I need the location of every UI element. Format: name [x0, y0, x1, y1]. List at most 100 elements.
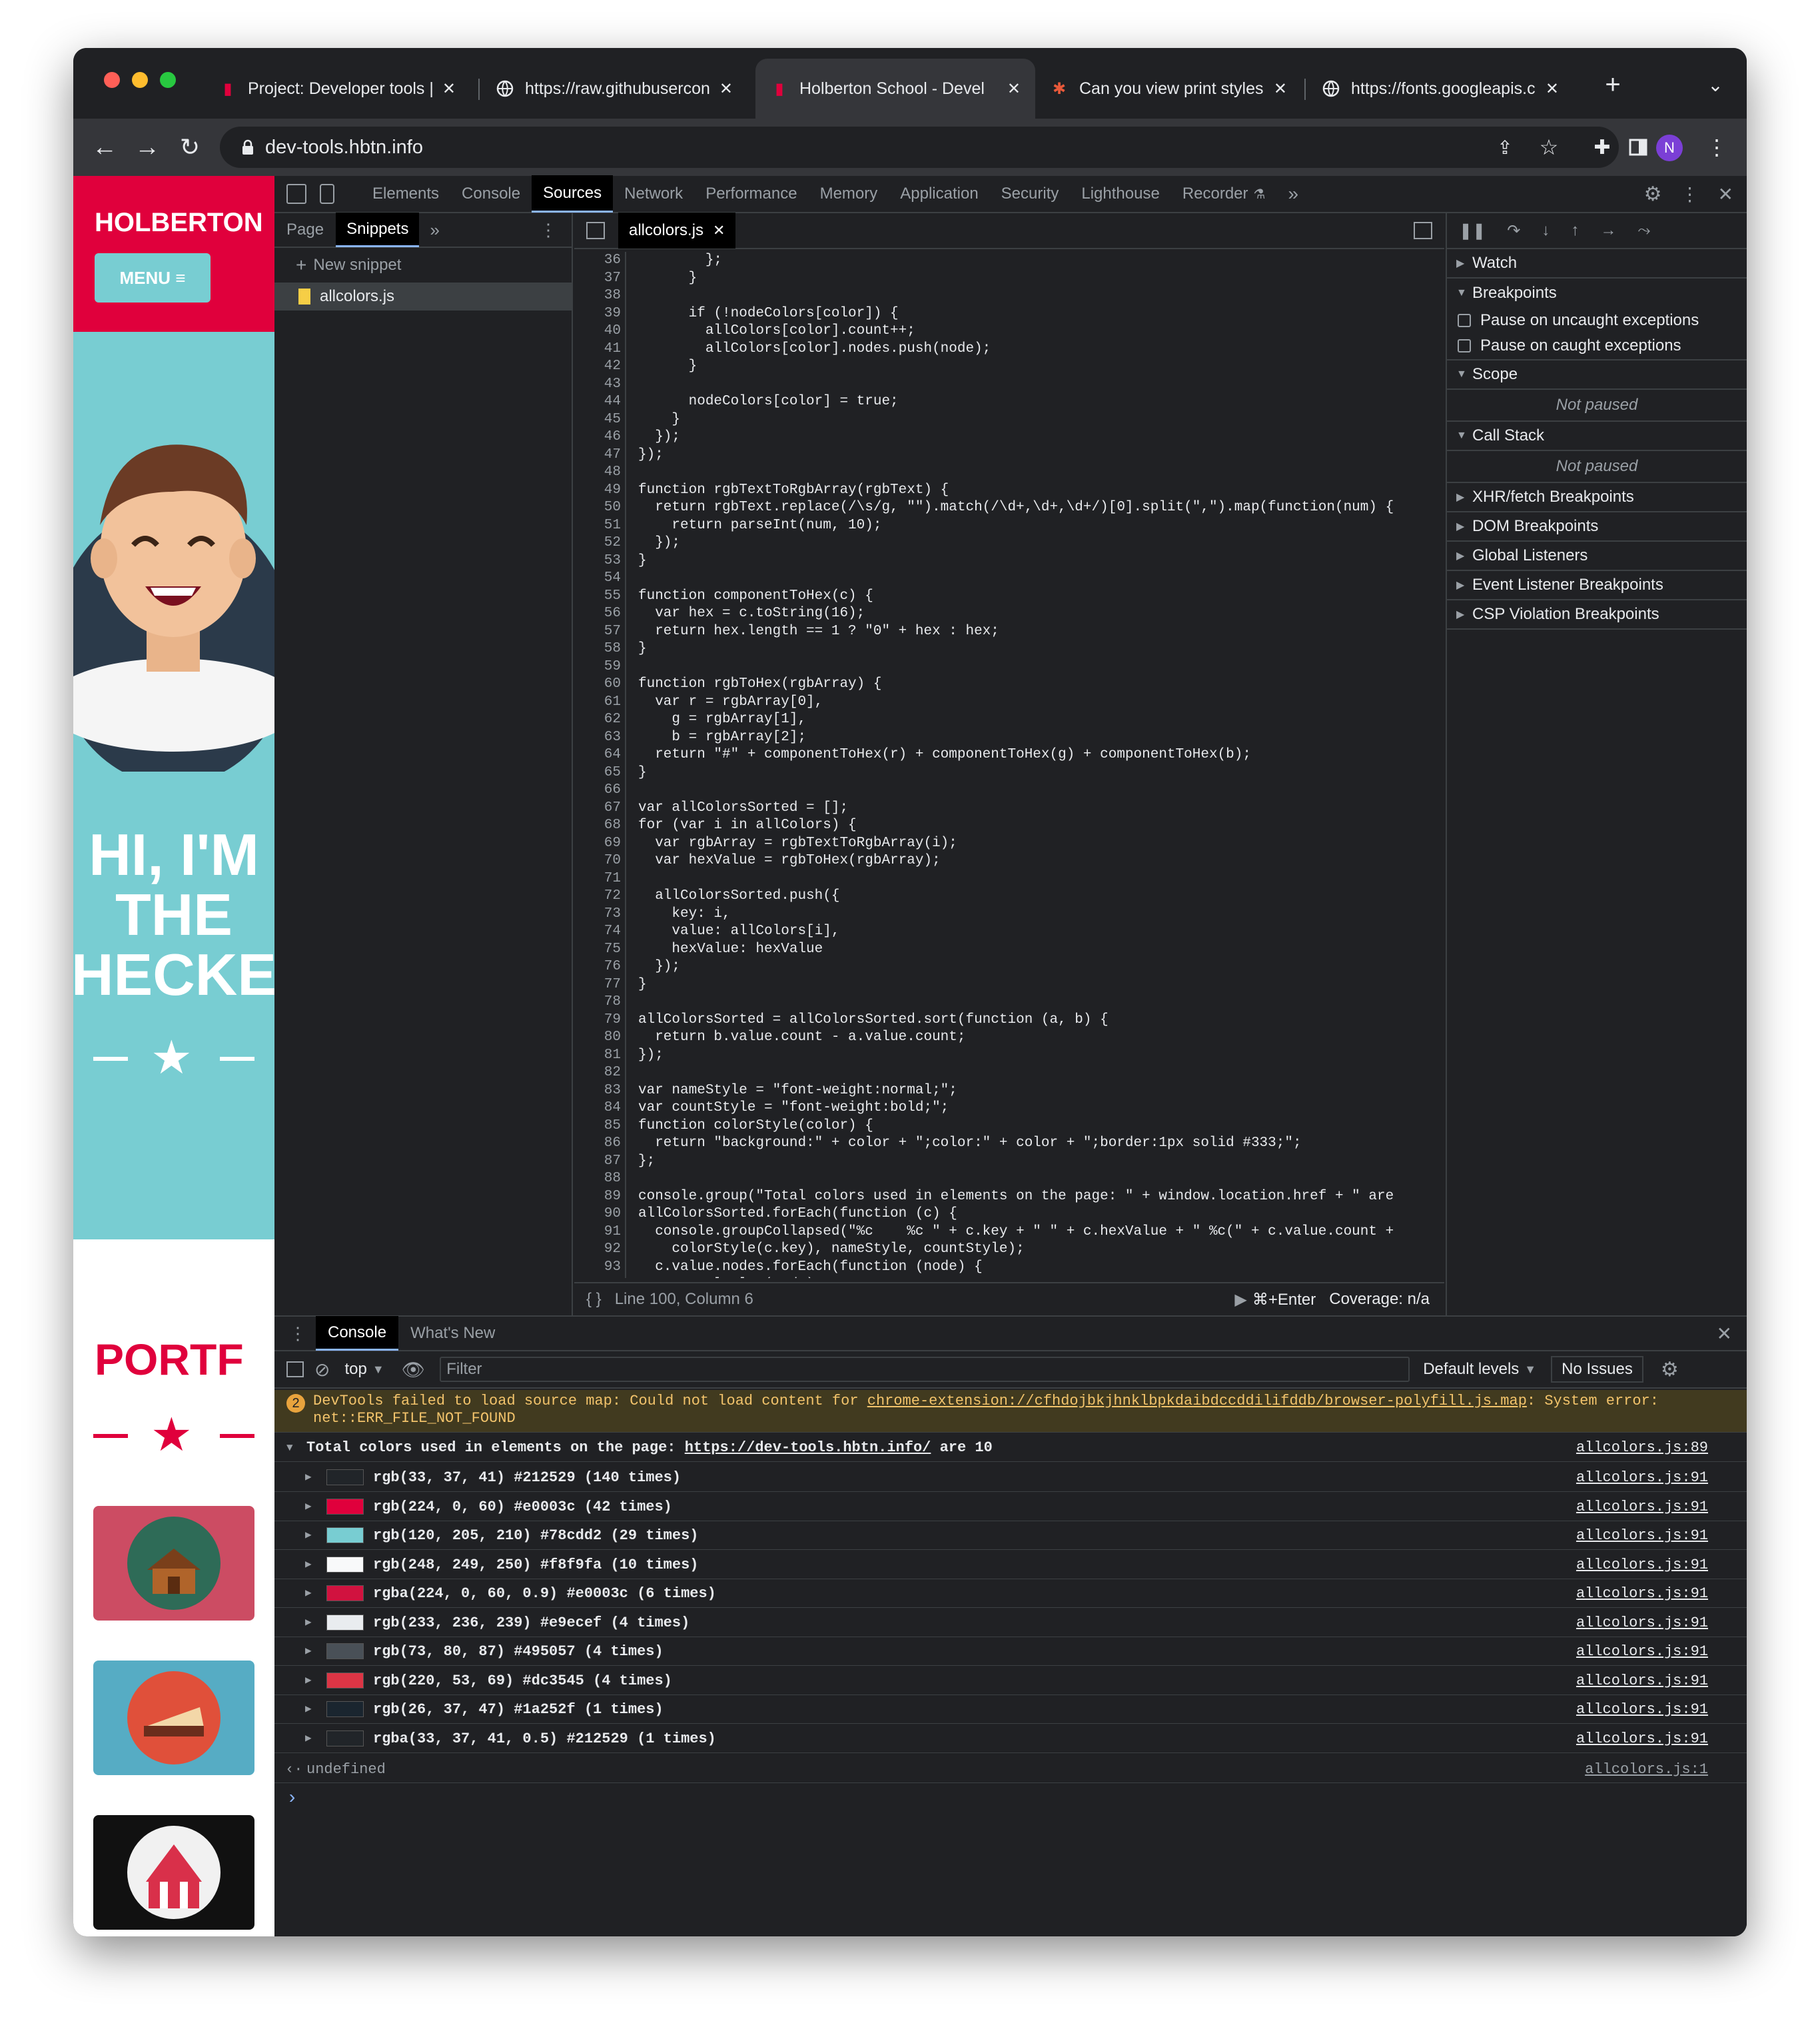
- source-link[interactable]: allcolors.js:91: [1576, 1551, 1708, 1579]
- bookmark-star-icon[interactable]: ☆: [1532, 131, 1566, 164]
- deactivate-breakpoints-icon[interactable]: ⤳: [1637, 221, 1650, 240]
- browser-tab-print-styles[interactable]: ✱ Can you view print styles ✕: [1035, 59, 1302, 119]
- drawer-tab-whats-new[interactable]: What's New: [398, 1324, 507, 1343]
- group-header-link[interactable]: https://dev-tools.hbtn.info/: [685, 1439, 931, 1456]
- live-expression-eye-icon[interactable]: 👁: [402, 1359, 426, 1381]
- clear-console-icon[interactable]: ⊘: [314, 1359, 330, 1381]
- source-link[interactable]: allcolors.js:91: [1576, 1695, 1708, 1724]
- source-link[interactable]: allcolors.js:91: [1576, 1724, 1708, 1753]
- browser-tab-holberton-active[interactable]: ▮ Holberton School - Devel ✕: [755, 59, 1035, 119]
- tab-page[interactable]: Page: [274, 221, 336, 239]
- address-bar[interactable]: dev-tools.hbtn.info: [220, 127, 1619, 168]
- portfolio-card[interactable]: [93, 1506, 254, 1621]
- side-panel-icon[interactable]: [1621, 131, 1655, 164]
- color-entry-row[interactable]: ▶ rgb(224, 0, 60) #e0003c (42 times) allco…: [274, 1493, 1747, 1521]
- pause-caught-checkbox[interactable]: [1458, 339, 1471, 352]
- close-drawer-icon[interactable]: ✕: [1717, 1323, 1732, 1345]
- close-tab-icon[interactable]: ✕: [442, 79, 456, 99]
- color-entry-row[interactable]: ▶ rgb(33, 37, 41) #212529 (140 times) allc…: [274, 1463, 1747, 1492]
- context-selector[interactable]: top: [344, 1360, 366, 1379]
- source-link[interactable]: allcolors.js:91: [1576, 1609, 1708, 1637]
- color-entry-row[interactable]: ▶ rgba(224, 0, 60, 0.9) #e0003c (6 times)…: [274, 1579, 1747, 1608]
- console-prompt[interactable]: ›: [274, 1784, 1747, 1814]
- navigator-kebab-icon[interactable]: ⋮: [540, 220, 557, 241]
- tab-console[interactable]: Console: [450, 175, 532, 213]
- close-tab-icon[interactable]: ✕: [1007, 79, 1021, 99]
- step-icon[interactable]: →: [1600, 221, 1616, 240]
- source-link[interactable]: allcolors.js:91: [1576, 1463, 1708, 1492]
- color-entry-row[interactable]: ▶ rgb(26, 37, 47) #1a252f (1 times) allcol…: [274, 1695, 1747, 1724]
- source-link[interactable]: allcolors.js:89: [1576, 1434, 1708, 1462]
- tab-recorder[interactable]: Recorder ⚗: [1171, 175, 1277, 213]
- source-link[interactable]: allcolors.js:91: [1576, 1493, 1708, 1521]
- close-file-icon[interactable]: ✕: [713, 222, 725, 239]
- tab-snippets[interactable]: Snippets: [336, 213, 420, 247]
- show-sidebar-icon[interactable]: [286, 1361, 304, 1377]
- section-watch[interactable]: ▶ Watch: [1447, 249, 1747, 279]
- new-tab-button[interactable]: +: [1596, 68, 1629, 101]
- pause-icon[interactable]: ❚❚: [1459, 221, 1486, 241]
- inspect-element-icon[interactable]: [286, 184, 306, 204]
- zoom-window-button[interactable]: [160, 72, 176, 88]
- step-over-icon[interactable]: ↷: [1507, 221, 1520, 241]
- color-entry-row[interactable]: ▶ rgb(73, 80, 87) #495057 (4 times) allcol…: [274, 1637, 1747, 1666]
- section-scope[interactable]: ▼ Scope: [1447, 360, 1747, 390]
- tab-sources[interactable]: Sources: [532, 175, 614, 213]
- close-tab-icon[interactable]: ✕: [719, 79, 733, 99]
- editor-file-tab[interactable]: allcolors.js ✕: [618, 213, 736, 249]
- color-entry-row[interactable]: ▶ rgb(233, 236, 239) #e9ecef (4 times) all…: [274, 1609, 1747, 1637]
- browser-tab-raw-github[interactable]: https://raw.githubusercon ✕: [481, 59, 747, 119]
- tab-application[interactable]: Application: [889, 175, 989, 213]
- tab-elements[interactable]: Elements: [361, 175, 450, 213]
- close-tab-icon[interactable]: ✕: [1546, 79, 1559, 99]
- source-link[interactable]: allcolors.js:91: [1576, 1667, 1708, 1695]
- section-event-listener-breakpoints[interactable]: ▶ Event Listener Breakpoints: [1447, 571, 1747, 600]
- close-tab-icon[interactable]: ✕: [1274, 79, 1287, 99]
- section-breakpoints[interactable]: ▼ Breakpoints: [1447, 279, 1747, 308]
- color-entry-row[interactable]: ▶ rgb(220, 53, 69) #dc3545 (4 times) allco…: [274, 1667, 1747, 1695]
- minimize-window-button[interactable]: [132, 72, 148, 88]
- levels-dropdown-icon[interactable]: ▼: [1524, 1363, 1536, 1377]
- color-entry-row[interactable]: ▶ rgb(248, 249, 250) #f8f9fa (10 times) al…: [274, 1551, 1747, 1579]
- source-link[interactable]: allcolors.js:91: [1576, 1521, 1708, 1550]
- tab-lighthouse[interactable]: Lighthouse: [1070, 175, 1170, 213]
- share-icon[interactable]: ⇪: [1488, 131, 1522, 164]
- device-toolbar-icon[interactable]: [320, 184, 334, 204]
- site-menu-button[interactable]: MENU ≡: [95, 253, 211, 303]
- console-settings-gear-icon[interactable]: ⚙: [1661, 1358, 1679, 1381]
- code-area[interactable]: 36 }; 37 } 38 39 if (!nodeColors[color]) {4…: [574, 252, 1444, 1278]
- snippet-file-item[interactable]: allcolors.js: [274, 283, 572, 311]
- drawer-kebab-icon[interactable]: ⋮: [289, 1323, 306, 1344]
- devtools-kebab-icon[interactable]: ⋮: [1681, 183, 1699, 205]
- close-devtools-icon[interactable]: ✕: [1718, 183, 1733, 205]
- section-csp-violation-breakpoints[interactable]: ▶ CSP Violation Breakpoints: [1447, 600, 1747, 630]
- context-dropdown-icon[interactable]: ▼: [372, 1363, 384, 1377]
- source-link[interactable]: allcolors.js:91: [1576, 1579, 1708, 1608]
- close-window-button[interactable]: [104, 72, 120, 88]
- more-navigator-tabs[interactable]: »: [419, 220, 450, 241]
- color-group-header[interactable]: ▼ Total colors used in elements on the p…: [274, 1434, 1747, 1462]
- profile-avatar[interactable]: N: [1656, 135, 1683, 161]
- drawer-tab-console[interactable]: Console: [316, 1316, 399, 1351]
- pretty-print-button[interactable]: { }: [586, 1290, 602, 1309]
- tab-search-chevron-icon[interactable]: ⌄: [1699, 68, 1732, 101]
- tab-memory[interactable]: Memory: [809, 175, 889, 213]
- issues-button[interactable]: No Issues: [1551, 1356, 1643, 1383]
- section-call-stack[interactable]: ▼ Call Stack: [1447, 422, 1747, 451]
- tab-performance[interactable]: Performance: [694, 175, 808, 213]
- pause-uncaught-checkbox[interactable]: [1458, 313, 1471, 327]
- source-link[interactable]: allcolors.js:91: [1576, 1637, 1708, 1666]
- color-entry-row[interactable]: ▶ rgb(120, 205, 210) #78cdd2 (29 times) al…: [274, 1521, 1747, 1550]
- section-global-listeners[interactable]: ▶ Global Listeners: [1447, 542, 1747, 571]
- section-dom-breakpoints[interactable]: ▶ DOM Breakpoints: [1447, 512, 1747, 542]
- settings-gear-icon[interactable]: ⚙: [1644, 183, 1662, 206]
- pause-caught-row[interactable]: Pause on caught exceptions: [1447, 333, 1747, 360]
- new-snippet-button[interactable]: + New snippet: [274, 248, 572, 283]
- tab-network[interactable]: Network: [613, 175, 694, 213]
- portfolio-card[interactable]: [93, 1661, 254, 1775]
- source-link[interactable]: allcolors.js:1: [1585, 1756, 1708, 1783]
- console-filter-input[interactable]: Filter: [440, 1357, 1410, 1382]
- more-tabs-button[interactable]: »: [1276, 175, 1310, 213]
- reload-icon[interactable]: ↻: [173, 131, 207, 164]
- run-play-icon[interactable]: ▶: [1234, 1290, 1246, 1309]
